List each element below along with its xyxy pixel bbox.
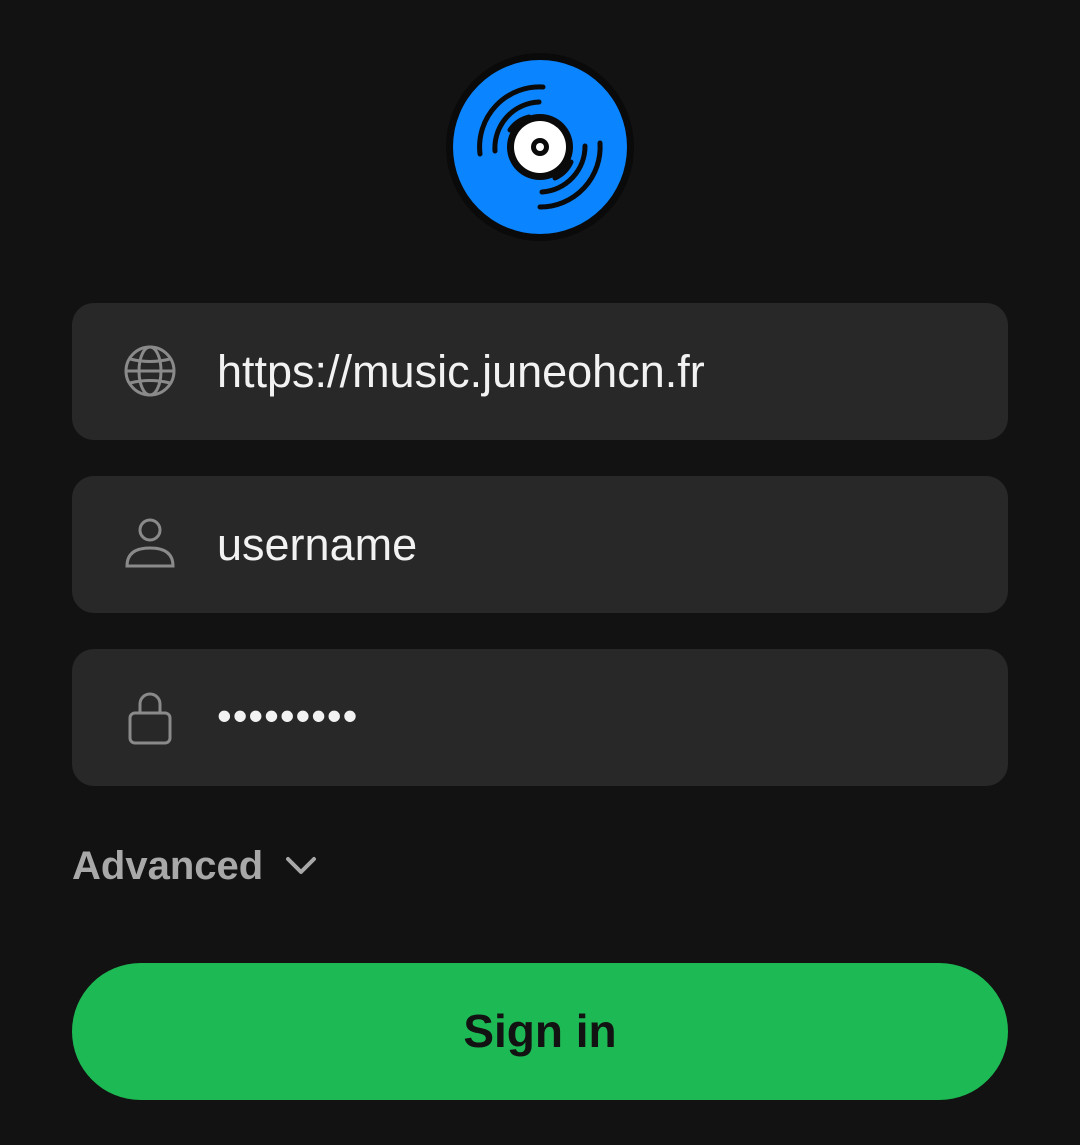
password-value: ••••••••• bbox=[217, 692, 359, 739]
server-url-field[interactable]: https://music.juneohcn.fr bbox=[72, 303, 1008, 440]
server-url-value: https://music.juneohcn.fr bbox=[217, 346, 705, 397]
password-field[interactable]: ••••••••• bbox=[72, 649, 1008, 786]
advanced-toggle[interactable]: Advanced bbox=[72, 836, 319, 896]
sign-in-button[interactable]: Sign in bbox=[72, 963, 1008, 1100]
username-field[interactable]: username bbox=[72, 476, 1008, 613]
app-logo bbox=[443, 50, 637, 244]
globe-icon bbox=[122, 343, 178, 399]
vinyl-record-icon bbox=[446, 53, 634, 241]
username-value: username bbox=[217, 519, 418, 570]
advanced-label: Advanced bbox=[72, 843, 264, 888]
lock-icon bbox=[122, 689, 178, 745]
chevron-down-icon bbox=[283, 848, 319, 884]
user-icon bbox=[122, 516, 178, 572]
